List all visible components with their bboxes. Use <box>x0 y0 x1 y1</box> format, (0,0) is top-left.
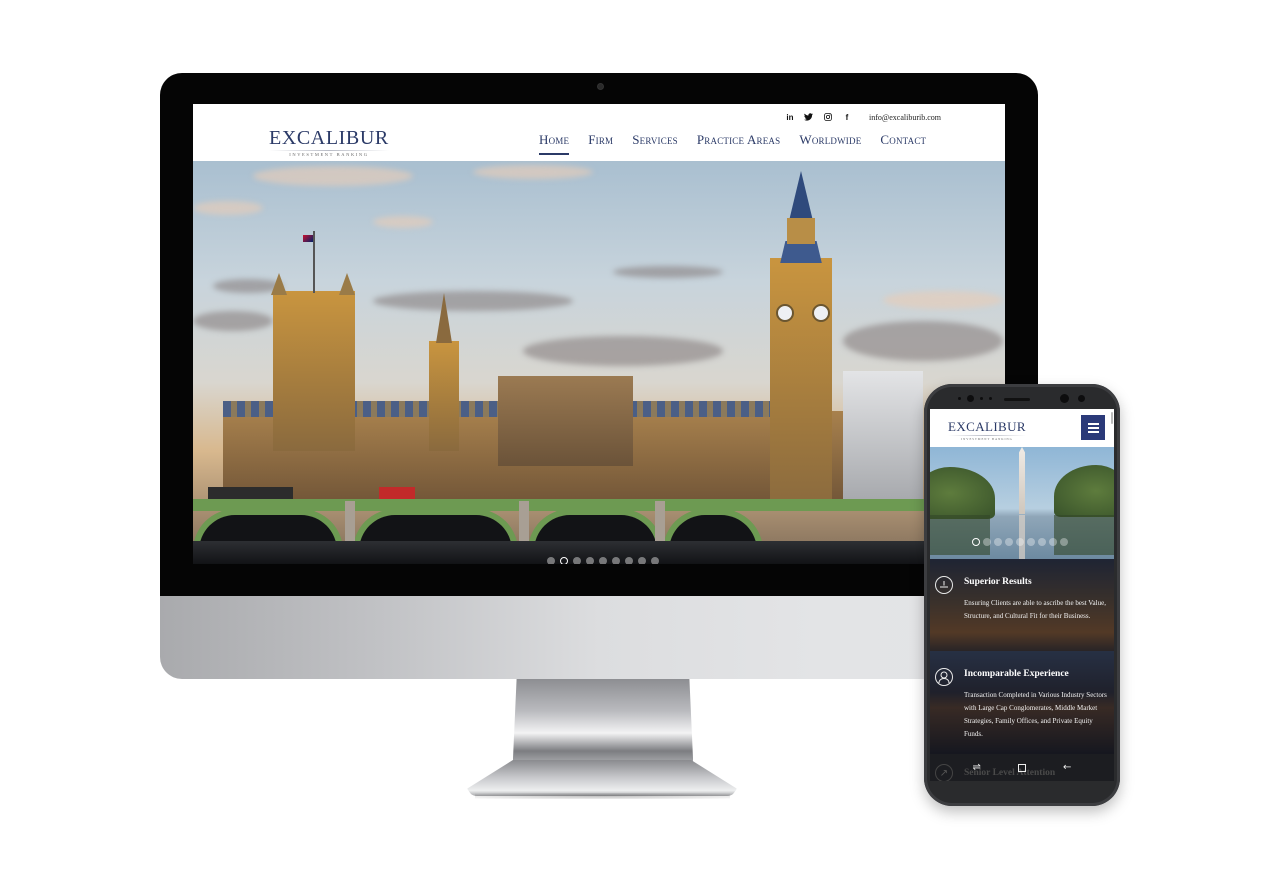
home-button-icon[interactable] <box>1017 763 1026 772</box>
desktop-monitor-mockup: EXCALIBUR INVESTMENT BANKING in f info@e… <box>160 73 1038 679</box>
logo-title: EXCALIBUR <box>269 127 389 149</box>
hamburger-menu-button[interactable] <box>1081 415 1105 440</box>
scrollbar[interactable] <box>1111 412 1113 424</box>
instagram-icon[interactable] <box>823 112 833 122</box>
back-arrow-icon[interactable]: ← <box>1063 762 1071 773</box>
feature-title: Superior Results <box>964 577 1032 587</box>
contact-email-link[interactable]: info@excaliburib.com <box>869 113 941 122</box>
nav-services[interactable]: Services <box>632 132 678 155</box>
camera-icon <box>597 83 604 90</box>
site-header: EXCALIBUR INVESTMENT BANKING in f info@e… <box>193 104 1005 161</box>
nav-contact[interactable]: Contact <box>880 132 926 155</box>
nav-firm[interactable]: Firm <box>588 132 613 155</box>
linkedin-icon[interactable]: in <box>785 112 795 122</box>
phone-mockup: EXCALIBUR INVESTMENT BANKING Superior Re… <box>924 384 1120 806</box>
logo-title: EXCALIBUR <box>948 419 1026 434</box>
slide-dot[interactable] <box>1005 538 1013 546</box>
slide-dot[interactable] <box>573 557 581 564</box>
monitor-stand-base <box>467 760 737 796</box>
android-nav-bar: ⇌ ← <box>930 754 1114 781</box>
slide-dot[interactable] <box>599 557 607 564</box>
slide-dot[interactable] <box>638 557 646 564</box>
main-nav: Home Firm Services Practice Areas Worldw… <box>539 132 945 155</box>
slide-dot-active[interactable] <box>972 538 980 546</box>
hamburger-icon <box>1087 422 1099 425</box>
site-logo[interactable]: EXCALIBUR INVESTMENT BANKING <box>269 128 389 157</box>
slide-dot[interactable] <box>1060 538 1068 546</box>
twitter-icon[interactable] <box>804 112 814 122</box>
slide-dot[interactable] <box>625 557 633 564</box>
mobile-hero-slider <box>930 447 1114 559</box>
logo-subtitle: INVESTMENT BANKING <box>961 437 1013 441</box>
phone-sensor <box>958 397 961 400</box>
front-camera-icon <box>967 395 974 402</box>
slide-dot[interactable] <box>1049 538 1057 546</box>
slide-dot[interactable] <box>1038 538 1046 546</box>
slide-dot[interactable] <box>612 557 620 564</box>
mobile-header: EXCALIBUR INVESTMENT BANKING <box>930 409 1114 447</box>
slide-dot[interactable] <box>547 557 555 564</box>
slide-dot[interactable] <box>651 557 659 564</box>
feature-text: Ensuring Clients are able to ascribe the… <box>964 599 1106 620</box>
feature-title: Incomparable Experience <box>964 669 1069 679</box>
logo-rule <box>269 150 389 151</box>
logo-rule <box>948 435 1026 436</box>
topbar: in f info@excaliburib.com <box>785 112 941 122</box>
mobile-slide-dots <box>972 538 1068 546</box>
feature-text: Transaction Completed in Various Industr… <box>964 691 1107 738</box>
nav-worldwide[interactable]: Worldwide <box>799 132 861 155</box>
mobile-website: EXCALIBUR INVESTMENT BANKING Superior Re… <box>930 409 1114 781</box>
monitor-chin <box>160 596 1038 679</box>
slide-dot[interactable] <box>1027 538 1035 546</box>
phone-sensor <box>1078 395 1085 402</box>
nav-practice-areas[interactable]: Practice Areas <box>697 132 780 155</box>
slide-dot[interactable] <box>983 538 991 546</box>
logo-subtitle: INVESTMENT BANKING <box>289 152 369 157</box>
slide-dot[interactable] <box>1016 538 1024 546</box>
hero-slider <box>193 161 1005 564</box>
slide-dot[interactable] <box>994 538 1002 546</box>
slide-dot-active[interactable] <box>560 557 568 564</box>
feature-superior-results: Superior Results Ensuring Clients are ab… <box>930 559 1114 651</box>
clock-icon <box>935 576 953 594</box>
mobile-logo[interactable]: EXCALIBUR INVESTMENT BANKING <box>948 420 1026 441</box>
phone-sensor <box>980 397 983 400</box>
user-icon <box>935 668 953 686</box>
feature-incomparable-experience: Incomparable Experience Transaction Comp… <box>930 651 1114 754</box>
phone-speaker <box>1004 398 1030 401</box>
recent-apps-icon[interactable]: ⇌ <box>973 762 981 773</box>
monitor-stand-neck <box>513 679 693 769</box>
nav-home[interactable]: Home <box>539 132 570 155</box>
hero-slide-dots <box>547 557 659 564</box>
monitor-shadow <box>475 793 730 799</box>
phone-sensor <box>989 397 992 400</box>
desktop-website: EXCALIBUR INVESTMENT BANKING in f info@e… <box>193 104 1005 564</box>
slide-dot[interactable] <box>586 557 594 564</box>
phone-camera-icon <box>1060 394 1069 403</box>
facebook-icon[interactable]: f <box>842 112 852 122</box>
